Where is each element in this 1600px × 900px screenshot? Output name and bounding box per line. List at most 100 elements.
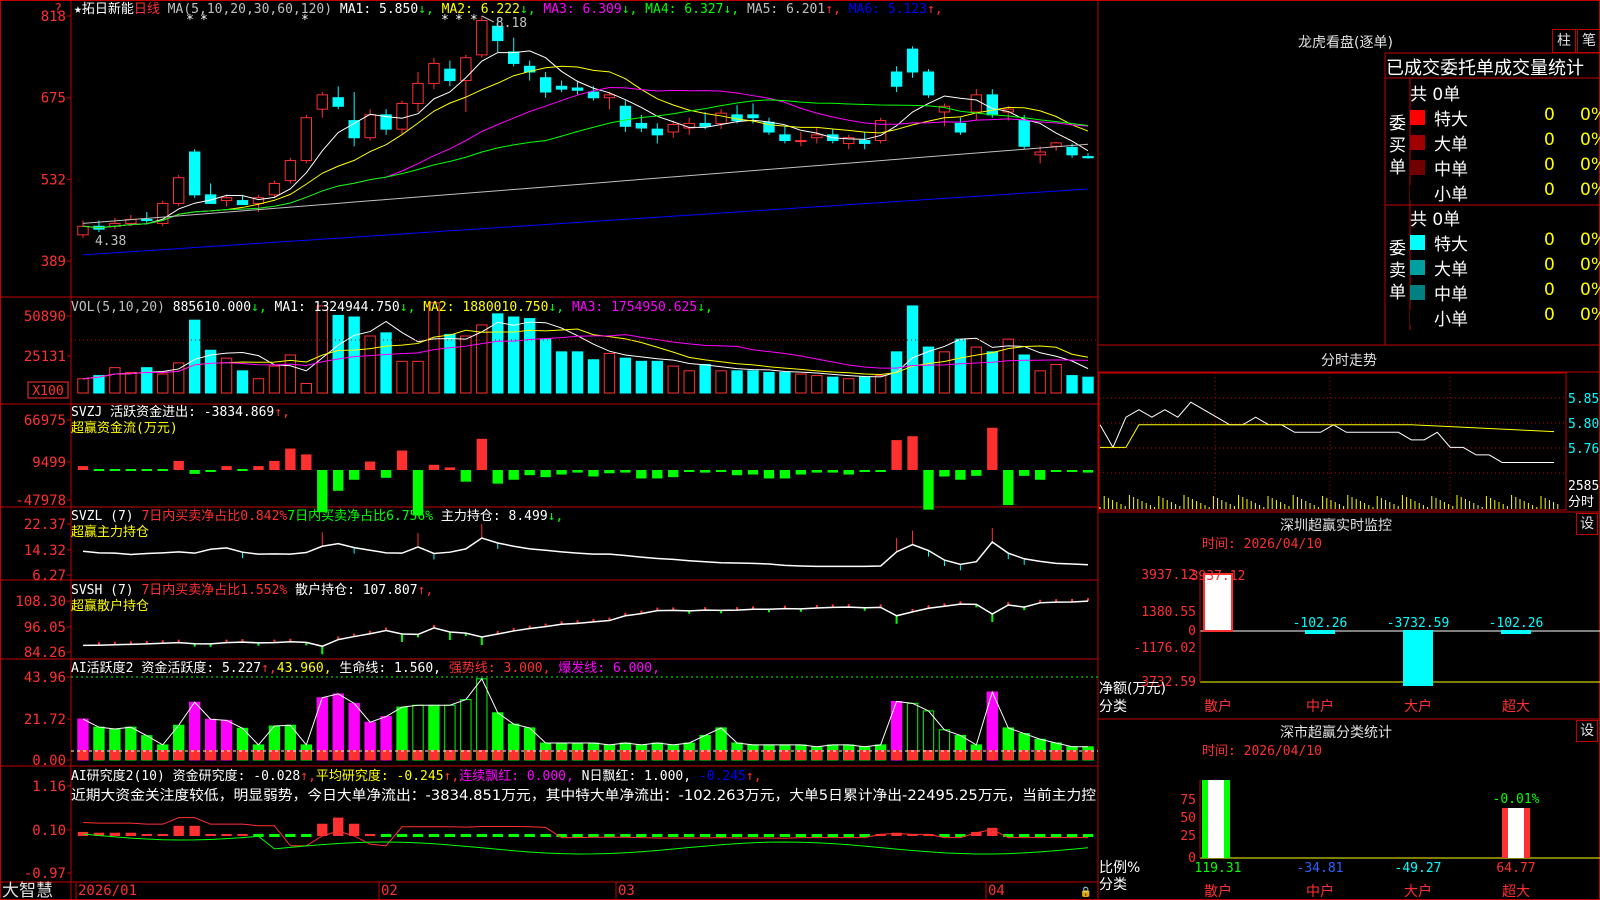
candle-body: [316, 94, 328, 110]
sz-monitor-xlabel: 分类: [1099, 699, 1127, 715]
buy-total: 共 0单: [1410, 85, 1461, 105]
intraday-frame: [1098, 372, 1567, 511]
volume-bar: [348, 316, 360, 394]
class-bar-value: 64.77: [1496, 861, 1535, 876]
candle-body: [970, 94, 983, 113]
research-bar: [109, 832, 121, 836]
volume-bar: [204, 349, 217, 394]
research-bar: [668, 834, 679, 837]
monitor-category: 大户: [1404, 698, 1432, 715]
ai2-title: AI研究度2(10): [71, 768, 173, 784]
flow-bar: [684, 470, 695, 472]
volume-bar: [603, 352, 616, 394]
sz-monitor-tick: 0: [1188, 624, 1196, 639]
x-axis-label: 02: [381, 883, 398, 899]
research-bar: [285, 834, 296, 837]
volume-bar: [683, 370, 695, 394]
research-bar: [779, 834, 791, 837]
flow-bar: [987, 427, 998, 470]
arrow: ↑,: [261, 661, 277, 676]
candle-body: [476, 20, 488, 56]
research-bar: [1066, 834, 1078, 837]
candle-body: [539, 77, 552, 93]
candle-body: [284, 160, 297, 182]
svzj-tick: 66975: [24, 413, 66, 429]
sz-monitor-ylabel: 净额(万元): [1099, 681, 1166, 697]
candle-body: [635, 122, 648, 129]
signal-star: *: [301, 13, 309, 28]
volume-bar: [827, 376, 839, 394]
monitor-bar: [1403, 630, 1433, 687]
candle-body: [173, 177, 185, 204]
research-line: [82, 817, 1089, 847]
signal-star: *: [470, 13, 478, 28]
volume-bar: [763, 371, 775, 394]
ai2-summary-text: 近期大资金关注度较低，明显弱势，今日大单净流出：-3834.851万元，其中特大…: [71, 787, 1096, 804]
volume-bar: [731, 370, 743, 394]
candle-body: [779, 134, 791, 142]
volume-bar: [268, 365, 281, 394]
research-bar: [508, 834, 519, 837]
volume-bar: [173, 362, 185, 394]
arrow: ↑,: [746, 769, 762, 784]
volume-bar: [795, 373, 807, 394]
ma-line: [82, 50, 1089, 229]
volume-bar: [715, 370, 727, 394]
sz-monitor-settings-button[interactable]: 设: [1576, 513, 1598, 535]
brand-logo: 大智慧: [2, 881, 53, 900]
order-count: 0: [1544, 180, 1555, 200]
order-percent: 0%: [1580, 280, 1600, 300]
volume-bar: [619, 357, 632, 394]
flow-bar: [955, 470, 966, 480]
volume-bar: [1066, 375, 1078, 394]
volume-bar: [938, 351, 951, 394]
svzj-tick: -47978: [15, 493, 66, 509]
flow-bar: [923, 470, 934, 510]
buy-order-row: 大单 0 0%: [1410, 130, 1600, 155]
order-size-label: 小单: [1434, 185, 1468, 205]
flow-bar: [668, 470, 679, 478]
order-size-label: 中单: [1434, 285, 1468, 305]
flow-bar: [1019, 470, 1030, 476]
sz-class-settings-button[interactable]: 设: [1576, 720, 1598, 742]
order-percent: 0%: [1580, 305, 1600, 325]
order-count: 0: [1544, 280, 1555, 300]
lhb-header: 已成交委托单成交量统计: [1386, 58, 1584, 79]
class-bar-value: -49.27: [1395, 861, 1442, 876]
flow-bar: [364, 461, 376, 470]
candle-body: [986, 94, 998, 116]
candle-body: [236, 200, 249, 206]
research-bar: [1082, 834, 1094, 837]
arrow: ↓,: [697, 300, 713, 315]
flow-bar: [811, 470, 823, 473]
flow-bar: [556, 470, 567, 475]
volume-bar: [141, 367, 153, 394]
activity-line: [82, 677, 1089, 748]
volume-bar: [858, 376, 871, 394]
x-axis-label: 03: [618, 883, 635, 899]
flow-bar: [125, 469, 137, 471]
svsh-subtitle: 超赢散户持仓: [71, 598, 149, 614]
candle-body: [619, 105, 632, 127]
vol-ma-value: MA1: 1324944.750: [275, 300, 400, 315]
ai2-t4: N日飘红: 1.000,: [582, 768, 699, 784]
candle-body: [412, 82, 424, 104]
sz-monitor-tick: 3937.12: [1141, 568, 1196, 583]
tab-bar-view[interactable]: 柱: [1552, 29, 1576, 53]
research-bar: [731, 834, 743, 837]
vol-tick: 50890: [24, 309, 66, 325]
chart-canvas[interactable]: 8186755323898.184.38★拓日新能日线 MA(5,10,20,3…: [0, 0, 1600, 900]
intraday-tick: 5.76: [1568, 442, 1599, 457]
ma-arrow: ↑,: [927, 2, 943, 17]
volume-bar: [332, 314, 344, 394]
class-category: 大户: [1404, 883, 1432, 900]
ai1-t5: 爆发线: 6.000,: [558, 660, 660, 676]
svsh-line: [82, 600, 1089, 648]
svzl-legend: SVZL (7) 7日内买卖净占比0.842%7日内买卖净占比6.756% 主力…: [71, 508, 563, 524]
order-percent: 0%: [1580, 155, 1600, 175]
svsh-t2: 散户持仓: 107.807: [287, 582, 417, 598]
monitor-category: 散户: [1204, 698, 1232, 715]
tab-tick-view[interactable]: 笔: [1577, 29, 1600, 53]
volume-bar: [252, 378, 265, 394]
flow-bar: [699, 470, 711, 473]
